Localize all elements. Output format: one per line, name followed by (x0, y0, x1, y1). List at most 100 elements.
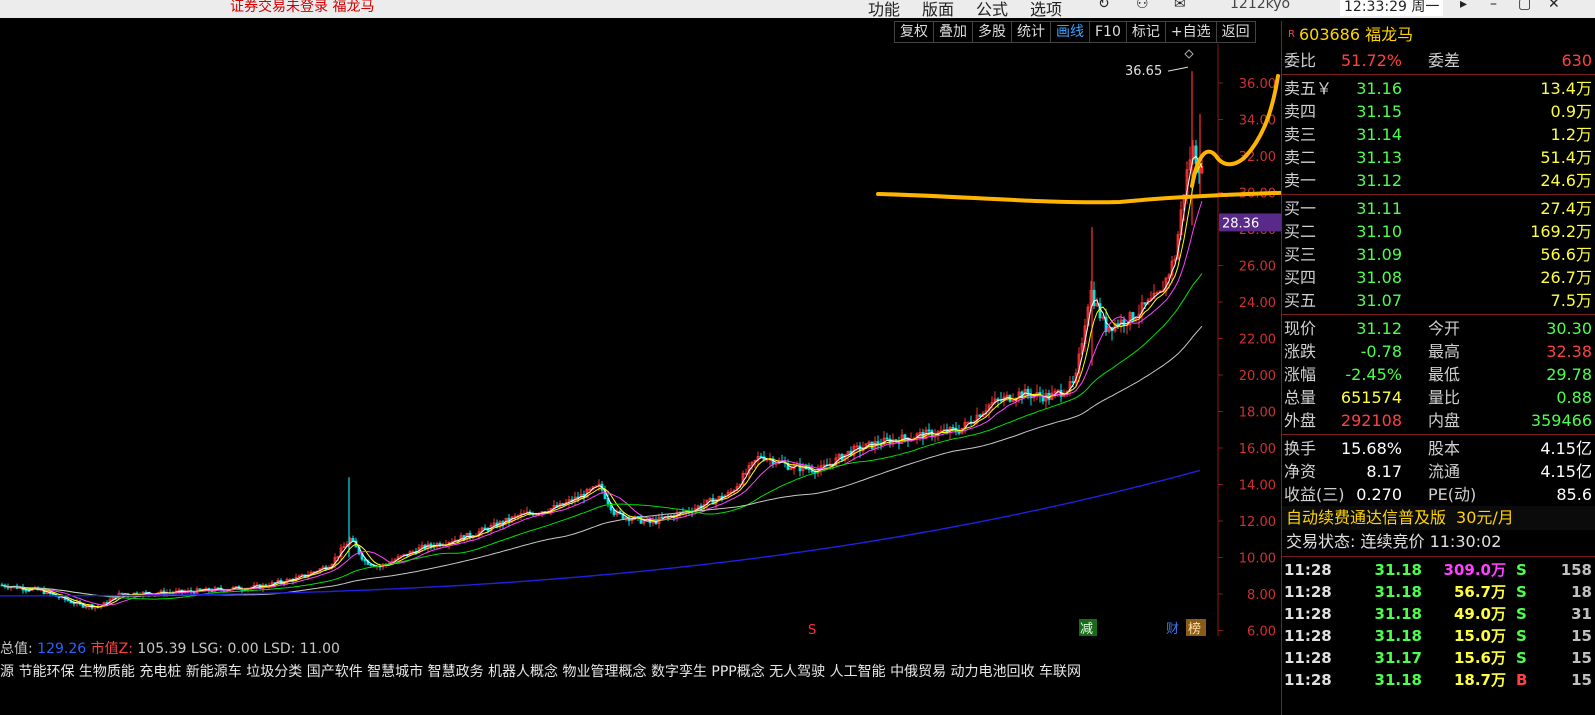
minimize-icon[interactable]: – (1490, 0, 1497, 12)
close-icon[interactable]: ✕ (1548, 0, 1560, 12)
ma10-line (1, 162, 1203, 608)
stat-label: 现价 (1284, 319, 1317, 338)
bid-volume: 7.5万 (1550, 291, 1592, 310)
btn-statistics[interactable]: 统计 (1011, 21, 1051, 43)
stat-row: 现价 31.12 今开 30.30 (1282, 317, 1595, 340)
kline-chart[interactable]: 36.0034.0032.0030.0028.0026.0024.0022.00… (0, 44, 1281, 636)
price-tick-label: 16.00 (1239, 442, 1276, 457)
bid-label: 买三 (1284, 245, 1317, 264)
bid-list: 买一 31.11 27.4万 买二 31.10 169.2万 买三 31.09 56.6万 买四 3… (1282, 197, 1595, 312)
stat-label: 总量 (1284, 388, 1317, 407)
reduce-marker: 减 (1080, 622, 1093, 636)
divider (1282, 434, 1595, 435)
tick-row[interactable]: 11:28 31.18 15.0万 S 15 (1282, 625, 1595, 647)
btn-add-watchlist[interactable]: +自选 (1164, 21, 1217, 43)
menu-options[interactable]: 选项 (1030, 0, 1062, 18)
maximize-icon[interactable]: ▢ (1518, 0, 1531, 12)
fund-value: 85.6 (1556, 485, 1592, 504)
fund-label: 股本 (1428, 439, 1461, 458)
stock-header: R 603686 福龙马 (1282, 21, 1595, 49)
menu-formula[interactable]: 公式 (976, 0, 1008, 18)
tick-row[interactable]: 11:28 31.18 56.7万 S 18 (1282, 581, 1595, 603)
btn-draw-line[interactable]: 画线 (1050, 21, 1090, 43)
ask-price: 31.13 (1356, 148, 1402, 167)
kline-svg[interactable]: 36.0034.0032.0030.0028.0026.0024.0022.00… (0, 44, 1281, 636)
concept-tags: 源 节能环保 生物质能 充电桩 新能源车 垃圾分类 国产软件 智慧城市 智慧政务… (0, 664, 1081, 680)
btn-fuquan[interactable]: 复权 (894, 21, 934, 43)
market-cap-value: 105.39 (137, 641, 187, 657)
tick-row[interactable]: 11:28 31.18 309.0万 S 158 (1282, 559, 1595, 581)
fund-value: 8.17 (1366, 462, 1402, 481)
candle-body (1122, 319, 1126, 326)
webi-value: 51.72% (1340, 51, 1402, 70)
tick-time: 11:28 (1284, 605, 1332, 623)
candle-body (885, 437, 889, 440)
fund-label: 收益(三) (1284, 485, 1345, 504)
tick-count: 15 (1571, 627, 1592, 645)
fund-label: 换手 (1284, 439, 1317, 458)
tick-row[interactable]: 11:28 31.18 18.7万 B 15 (1282, 669, 1595, 691)
tick-price: 31.17 (1374, 649, 1422, 667)
total-value: 129.26 (37, 641, 87, 657)
people-icon[interactable]: ⚇ (1136, 0, 1149, 12)
bid-price: 31.11 (1356, 199, 1402, 218)
ask-row: 卖五￥ 31.16 13.4万 (1282, 77, 1595, 100)
btn-mark[interactable]: 标记 (1125, 21, 1166, 43)
price-tick-label: 12.00 (1239, 515, 1276, 530)
trade-state: 交易状态: 连续竞价 11:30:02 (1286, 532, 1502, 551)
webi-label: 委比 (1284, 51, 1317, 70)
tick-time: 11:28 (1284, 583, 1332, 601)
refresh-icon[interactable]: ↻ (1098, 0, 1110, 12)
stat-value: 32.38 (1546, 342, 1592, 361)
price-tick-label: 6.00 (1247, 625, 1276, 637)
tick-volume: 15.6万 (1453, 649, 1506, 667)
tick-row[interactable]: 11:28 31.18 49.0万 S 31 (1282, 603, 1595, 625)
chat-icon[interactable]: ✉ (1174, 0, 1186, 12)
btn-multi-stock[interactable]: 多股 (972, 21, 1012, 43)
stat-row: 涨幅 -2.45% 最低 29.78 (1282, 363, 1595, 386)
tick-list[interactable]: 11:28 31.18 309.0万 S 158 11:28 31.18 56.7万 S 18 11… (1282, 559, 1595, 691)
menu-function[interactable]: 功能 (868, 0, 900, 18)
promo-text: 自动续费通达信普及版 (1286, 508, 1447, 527)
current-price-label: 28.36 (1222, 216, 1259, 231)
stat-row: 总量 651574 量比 0.88 (1282, 386, 1595, 409)
btn-overlay[interactable]: 叠加 (933, 21, 973, 43)
stat-value: 651574 (1340, 388, 1402, 407)
peak-price-label: 36.65 (1125, 64, 1162, 79)
peak-arrow (1167, 66, 1189, 72)
tick-price: 31.18 (1374, 561, 1422, 579)
tick-direction: S (1516, 561, 1527, 579)
wecha-label: 委差 (1428, 51, 1461, 70)
ask-price: 31.14 (1356, 125, 1402, 144)
ask-row: 卖四 31.15 0.9万 (1282, 100, 1595, 123)
promo-fee: 30元/月 (1456, 508, 1514, 527)
fund-row: 收益(三) 0.270 PE(动) 85.6 (1282, 483, 1595, 506)
divider (1282, 194, 1595, 195)
tick-price: 31.18 (1374, 583, 1422, 601)
stat-value: 292108 (1340, 411, 1402, 430)
tick-time: 11:28 (1284, 627, 1332, 645)
tick-row[interactable]: 11:28 31.17 15.6万 S 15 (1282, 647, 1595, 669)
ask-label: 卖三 (1284, 125, 1317, 144)
quote-panel: R 603686 福龙马 委比 51.72% 委差 630 卖五￥ 31.16 13.… (1281, 21, 1595, 715)
ask-volume: 24.6万 (1540, 171, 1592, 190)
tick-count: 31 (1571, 605, 1592, 623)
btn-f10[interactable]: F10 (1089, 21, 1127, 43)
candle-body (903, 434, 907, 439)
menu-toggle-icon[interactable]: ▸ (1460, 0, 1467, 12)
total-value-label: 总值: (0, 641, 33, 657)
stat-label: 内盘 (1428, 411, 1461, 430)
ask-row: 卖一 31.12 24.6万 (1282, 169, 1595, 192)
divider (1282, 556, 1595, 557)
lsd-value: LSD: 11.00 (263, 641, 340, 657)
promo-banner[interactable]: 自动续费通达信普及版 30元/月 (1282, 506, 1595, 530)
stock-name: 福龙马 (1365, 25, 1414, 44)
ask-volume: 51.4万 (1540, 148, 1592, 167)
price-tick-label: 20.00 (1239, 369, 1276, 384)
r-badge: R (1288, 29, 1295, 40)
menu-layout[interactable]: 版面 (922, 0, 954, 18)
ask-label: 卖四 (1284, 102, 1317, 121)
stat-value: 0.88 (1556, 388, 1592, 407)
btn-back[interactable]: 返回 (1215, 21, 1256, 43)
bid-row: 买二 31.10 169.2万 (1282, 220, 1595, 243)
